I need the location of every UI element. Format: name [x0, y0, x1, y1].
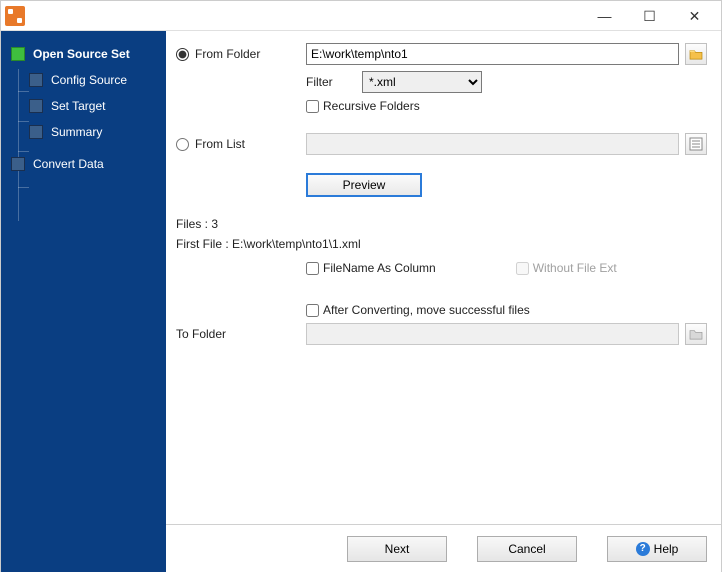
step-marker-icon — [29, 125, 43, 139]
browse-folder-button[interactable] — [685, 43, 707, 65]
step-set-target[interactable]: Set Target — [1, 93, 166, 119]
title-bar: — ☐ ✕ — [1, 1, 721, 31]
filter-select[interactable]: *.xml — [362, 71, 482, 93]
step-marker-icon — [29, 73, 43, 87]
after-converting-checkbox[interactable]: After Converting, move successful files — [306, 303, 530, 317]
step-open-source-set[interactable]: Open Source Set — [1, 41, 166, 67]
without-file-ext-checkbox: Without File Ext — [516, 261, 617, 275]
wizard-sidebar: Open Source Set Config Source Set Target… — [1, 31, 166, 572]
app-icon — [5, 6, 25, 26]
next-button[interactable]: Next — [347, 536, 447, 562]
help-icon: ? — [636, 542, 650, 556]
first-file-text: First File : E:\work\temp\nto1\1.xml — [176, 237, 707, 251]
from-folder-label: From Folder — [195, 47, 260, 61]
to-folder-label: To Folder — [176, 327, 226, 341]
list-icon — [689, 137, 703, 151]
step-label: Summary — [51, 125, 102, 139]
minimize-button[interactable]: — — [582, 2, 627, 30]
step-config-source[interactable]: Config Source — [1, 67, 166, 93]
help-button[interactable]: ? Help — [607, 536, 707, 562]
step-label: Open Source Set — [33, 47, 130, 61]
browse-list-button[interactable] — [685, 133, 707, 155]
preview-button[interactable]: Preview — [306, 173, 422, 197]
from-list-label: From List — [195, 137, 245, 151]
filename-as-column-checkbox[interactable]: FileName As Column — [306, 261, 436, 275]
step-label: Set Target — [51, 99, 105, 113]
button-bar: Next Cancel ? Help — [166, 524, 721, 572]
close-button[interactable]: ✕ — [672, 2, 717, 30]
from-list-radio[interactable] — [176, 138, 189, 151]
step-convert-data[interactable]: Convert Data — [1, 151, 166, 177]
from-list-input — [306, 133, 679, 155]
browse-to-folder-button[interactable] — [685, 323, 707, 345]
step-summary[interactable]: Summary — [1, 119, 166, 145]
step-label: Config Source — [51, 73, 127, 87]
to-folder-input — [306, 323, 679, 345]
files-count-text: Files : 3 — [176, 217, 707, 231]
folder-icon — [689, 328, 703, 340]
folder-icon — [689, 48, 703, 60]
filter-label: Filter — [306, 75, 356, 89]
step-marker-icon — [11, 47, 25, 61]
cancel-button[interactable]: Cancel — [477, 536, 577, 562]
recursive-folders-checkbox[interactable]: Recursive Folders — [306, 99, 420, 113]
step-marker-icon — [29, 99, 43, 113]
from-folder-radio[interactable] — [176, 48, 189, 61]
step-label: Convert Data — [33, 157, 104, 171]
step-marker-icon — [11, 157, 25, 171]
main-panel: From Folder Filter *.xml — [166, 31, 721, 524]
from-folder-input[interactable] — [306, 43, 679, 65]
maximize-button[interactable]: ☐ — [627, 2, 672, 30]
